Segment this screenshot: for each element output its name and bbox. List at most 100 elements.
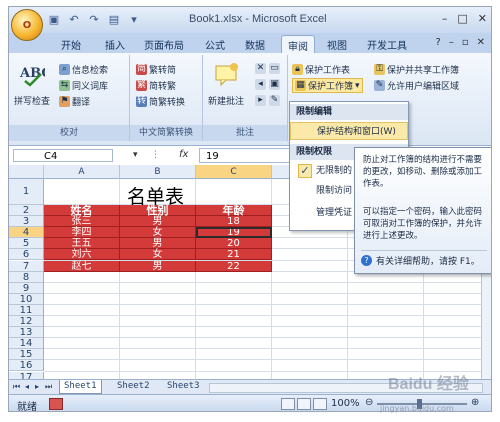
sheet-tab-sheet2[interactable]: Sheet2 — [113, 380, 154, 393]
last-sheet-icon[interactable]: ⏭ — [45, 382, 52, 392]
tab-view[interactable]: 视图 — [327, 37, 347, 52]
group-chinese-conversion: 简 繁转简 繁 简转繁 转 简繁转换 中文简繁转换 — [130, 55, 203, 141]
table-cell[interactable]: 王五 — [44, 238, 120, 250]
name-box-dropdown-icon[interactable]: ▾ — [133, 150, 138, 160]
protect-workbook-button[interactable]: ▦ 保护工作簿 ▾ — [292, 78, 363, 93]
table-cell[interactable]: 女 — [120, 249, 196, 261]
zoom-out-icon[interactable]: ⊖ — [365, 397, 373, 408]
protect-sheet-icon: 🔒︎ — [292, 64, 303, 75]
row-header[interactable]: 4 — [9, 227, 44, 239]
tab-page-layout[interactable]: 页面布局 — [144, 37, 184, 52]
column-header-c[interactable]: C — [196, 165, 272, 179]
save-icon[interactable]: ▣ — [47, 13, 61, 27]
close-button[interactable]: ✕ — [478, 12, 487, 25]
row-header[interactable]: 14 — [9, 338, 44, 350]
row-header[interactable]: 12 — [9, 316, 44, 328]
tab-formulas[interactable]: 公式 — [205, 37, 225, 52]
to-traditional-button[interactable]: 繁 简转繁 — [136, 79, 176, 92]
maximize-button[interactable]: □ — [457, 12, 467, 25]
watermark-logo: Baidu 经验 — [388, 376, 469, 393]
prev-sheet-icon[interactable]: ◂ — [25, 382, 29, 391]
row-header[interactable]: 3 — [9, 216, 44, 228]
new-comment-button[interactable]: 新建批注 — [205, 61, 247, 107]
tab-home[interactable]: 开始 — [61, 37, 81, 52]
ribbon-close-button[interactable]: ✕ — [477, 37, 485, 48]
zoom-in-icon[interactable]: ⊕ — [471, 397, 479, 408]
table-cell[interactable]: 18 — [196, 216, 272, 228]
row-header[interactable]: 9 — [9, 282, 44, 294]
tab-review[interactable]: 审阅 — [281, 35, 315, 54]
table-cell[interactable]: 女 — [120, 227, 196, 239]
row-header[interactable]: 16 — [9, 360, 44, 372]
convert-button[interactable]: 转 简繁转换 — [136, 95, 185, 108]
table-cell[interactable]: 男 — [120, 260, 196, 272]
table-header-cell[interactable]: 年龄 — [196, 205, 272, 216]
next-comment-icon[interactable]: ▸ — [255, 95, 266, 106]
table-cell[interactable]: 李四 — [44, 227, 120, 239]
active-cell[interactable]: 19 — [196, 227, 272, 239]
row-header[interactable]: 10 — [9, 293, 44, 305]
normal-view-icon[interactable] — [281, 398, 295, 410]
row-header[interactable]: 1 — [9, 179, 44, 205]
table-cell[interactable]: 刘六 — [44, 249, 120, 261]
show-all-comments-icon[interactable]: ▣ — [269, 79, 280, 90]
show-comment-icon[interactable]: ▭ — [269, 63, 280, 74]
table-header-cell[interactable]: 姓名 — [44, 205, 120, 216]
column-header-a[interactable]: A — [44, 165, 120, 179]
spell-check-button[interactable]: ABC 拼写检查 — [13, 61, 52, 107]
office-button[interactable]: O — [11, 9, 43, 41]
table-cell[interactable]: 20 — [196, 238, 272, 250]
research-button[interactable]: ⌕ 信息检索 — [59, 63, 108, 76]
delete-comment-icon[interactable]: ✕ — [255, 63, 266, 74]
protect-sheet-button[interactable]: 🔒︎ 保护工作表 — [292, 63, 350, 76]
table-cell[interactable]: 赵七 — [44, 260, 120, 272]
table-cell[interactable]: 22 — [196, 260, 272, 272]
print-preview-icon[interactable]: ▤ — [107, 13, 121, 27]
thesaurus-button[interactable]: ⇆ 同义词库 — [59, 79, 108, 92]
row-header[interactable]: 11 — [9, 304, 44, 316]
protect-share-workbook-button[interactable]: ⚿ 保护并共享工作簿 — [374, 63, 459, 76]
next-sheet-icon[interactable]: ▸ — [35, 382, 39, 391]
previous-comment-icon[interactable]: ◂ — [255, 79, 266, 90]
sheet-tab-sheet3[interactable]: Sheet3 — [163, 380, 204, 393]
menu-item-protect-structure[interactable]: 保护结构和窗口(W) — [290, 122, 408, 140]
row-header[interactable]: 13 — [9, 327, 44, 339]
help-icon[interactable]: ? — [436, 37, 441, 48]
table-cell[interactable]: 男 — [120, 216, 196, 228]
allow-edit-ranges-button[interactable]: ✎ 允许用户编辑区域 — [374, 79, 459, 92]
ribbon-minimize-button[interactable]: – — [449, 37, 454, 48]
row-header[interactable]: 5 — [9, 238, 44, 250]
table-cell[interactable]: 张三 — [44, 216, 120, 228]
tab-developer[interactable]: 开发工具 — [367, 37, 407, 52]
undo-icon[interactable]: ↶ — [67, 13, 81, 27]
formula-input[interactable]: 19 — [199, 148, 291, 163]
ribbon-restore-button[interactable]: ▫ — [462, 37, 469, 48]
to-simplified-button[interactable]: 简 繁转简 — [136, 63, 176, 76]
column-header-b[interactable]: B — [120, 165, 196, 179]
row-header[interactable]: 2 — [9, 205, 44, 217]
sheet-tab-sheet1[interactable]: Sheet1 — [59, 380, 102, 394]
translate-button[interactable]: ⚑ 翻译 — [59, 95, 90, 108]
row-header[interactable]: 8 — [9, 271, 44, 283]
tab-insert[interactable]: 插入 — [105, 37, 125, 52]
page-layout-view-icon[interactable] — [297, 398, 311, 410]
page-break-view-icon[interactable] — [313, 398, 327, 410]
table-header-cell[interactable]: 性别 — [120, 205, 196, 216]
zoom-level[interactable]: 100% — [331, 398, 360, 409]
table-cell[interactable]: 男 — [120, 238, 196, 250]
select-all-corner[interactable] — [9, 165, 44, 179]
show-ink-icon[interactable]: ✎ — [269, 95, 280, 106]
table-cell[interactable]: 21 — [196, 249, 272, 261]
macro-record-icon[interactable] — [49, 398, 63, 410]
research-icon: ⌕ — [59, 64, 70, 75]
redo-icon[interactable]: ↷ — [87, 13, 101, 27]
qat-dropdown-icon[interactable]: ▾ — [127, 13, 141, 27]
insert-function-button[interactable]: fx — [179, 149, 188, 160]
minimize-button[interactable]: – — [442, 12, 448, 25]
row-header[interactable]: 6 — [9, 249, 44, 261]
tab-data[interactable]: 数据 — [245, 37, 265, 52]
name-box[interactable]: C4 — [13, 149, 113, 162]
row-header[interactable]: 15 — [9, 349, 44, 361]
row-header[interactable]: 7 — [9, 260, 44, 272]
first-sheet-icon[interactable]: ⏮ — [13, 382, 20, 392]
